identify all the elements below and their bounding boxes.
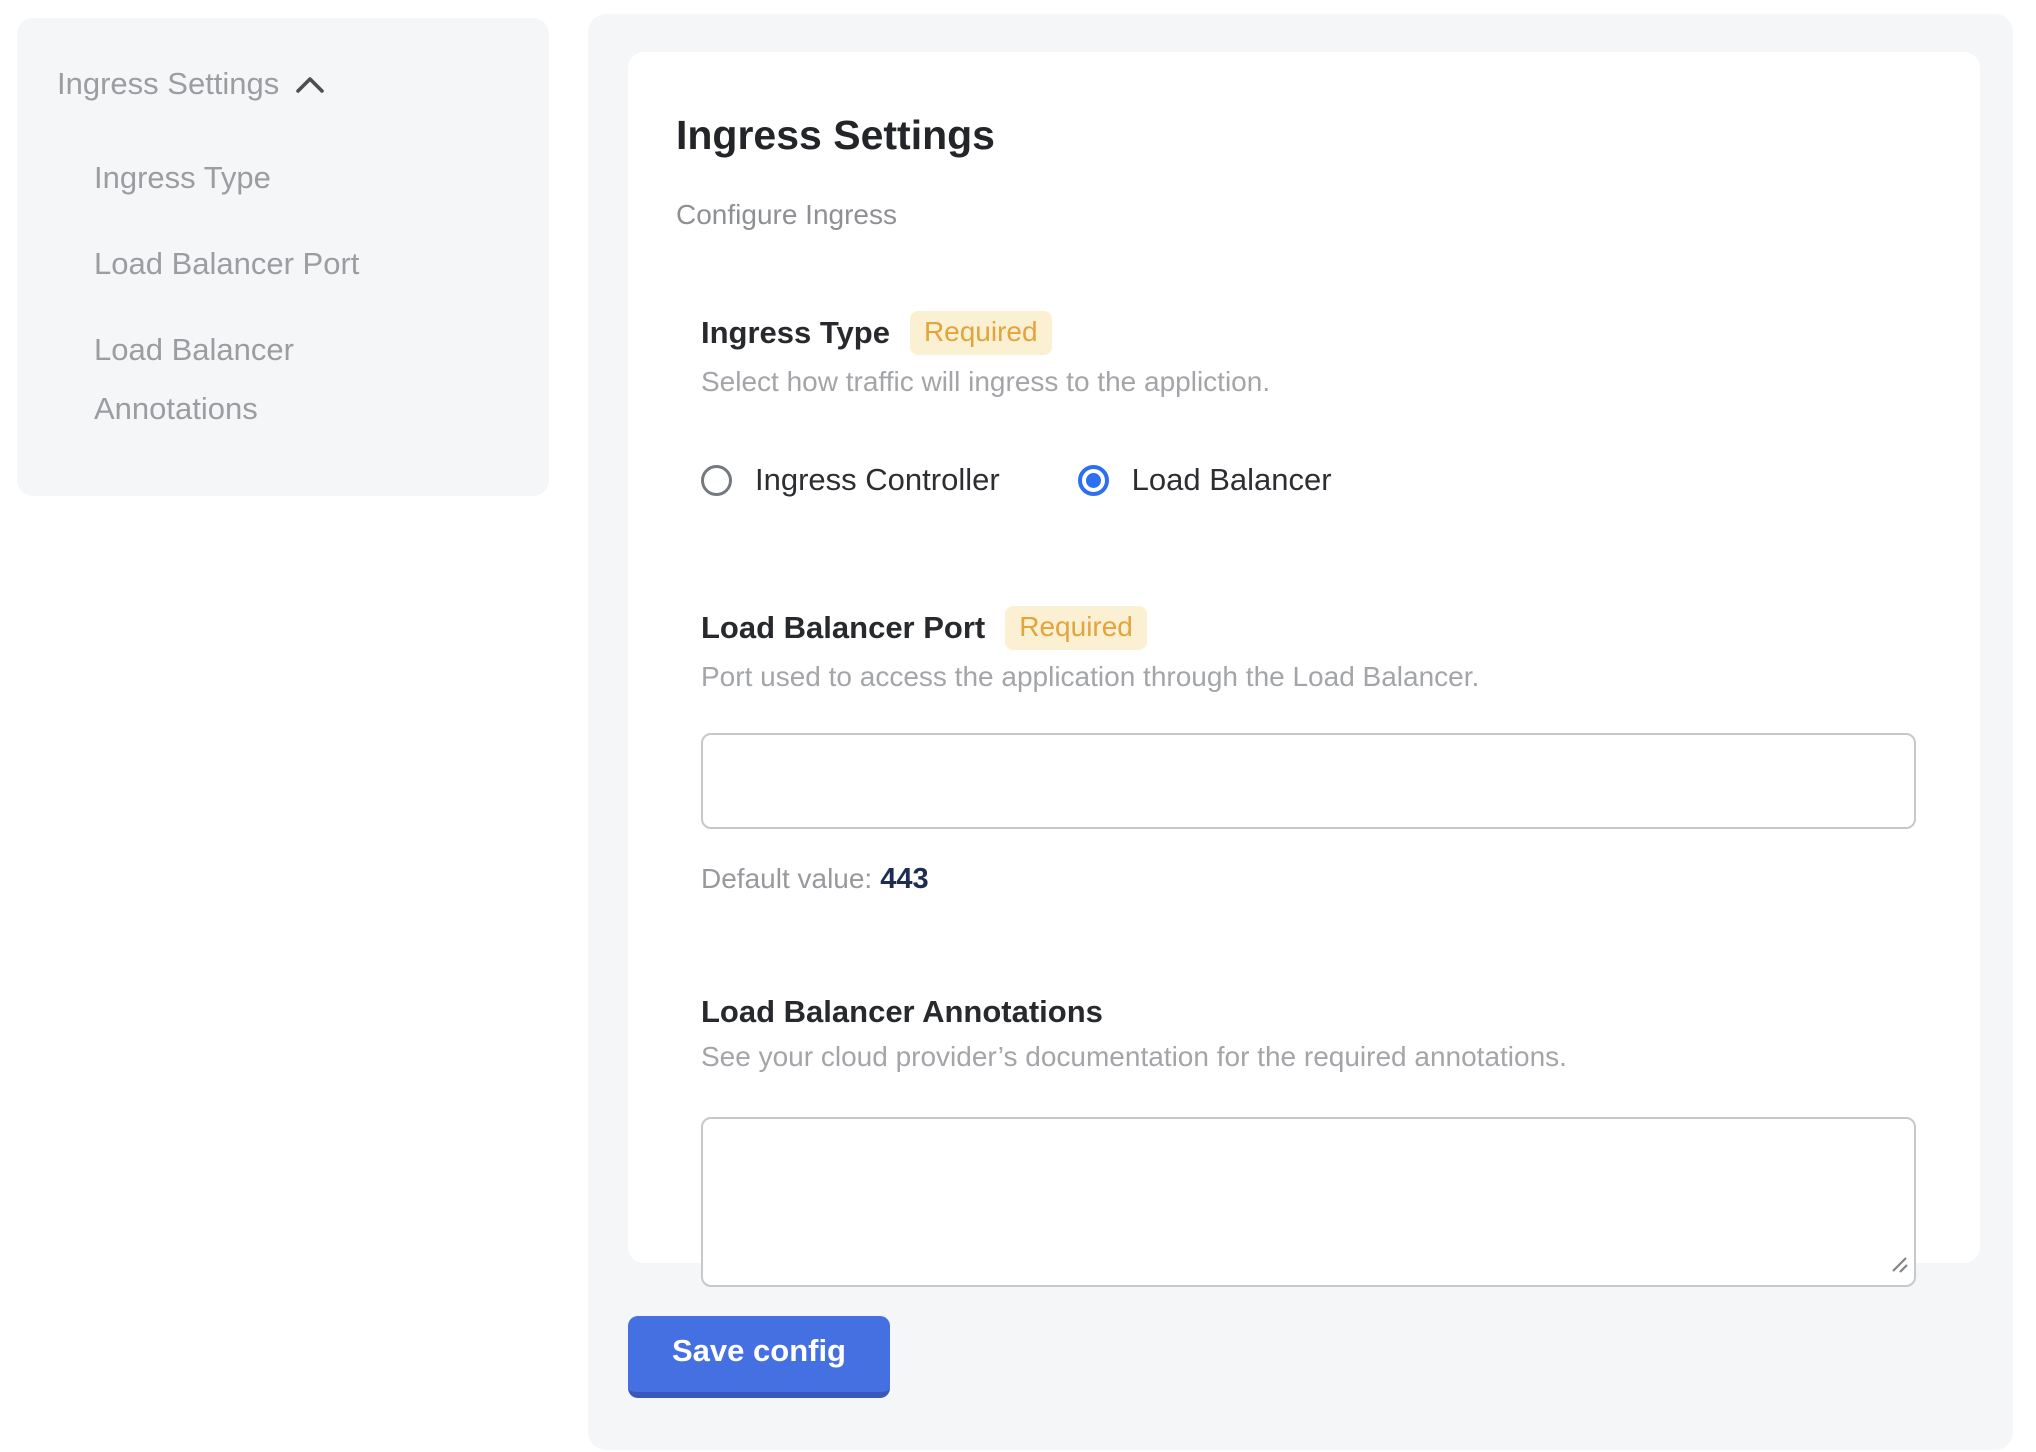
chevron-up-icon: [295, 66, 325, 102]
ingress-settings-card: Ingress Settings Configure Ingress Ingre…: [628, 52, 1980, 1263]
sidebar-item-list: Ingress Type Load Balancer Port Load Bal…: [57, 148, 519, 438]
load-balancer-annotations-description: See your cloud provider’s documentation …: [701, 1041, 1916, 1073]
sidebar-item-load-balancer-port[interactable]: Load Balancer Port: [94, 234, 424, 293]
required-badge: Required: [910, 311, 1052, 355]
radio-load-balancer[interactable]: Load Balancer: [1078, 462, 1332, 498]
default-value-line: Default value: 443: [701, 863, 1916, 896]
section-ingress-type: Ingress Type Required Select how traffic…: [701, 311, 1916, 498]
radio-label: Load Balancer: [1132, 462, 1332, 498]
save-config-button[interactable]: Save config: [628, 1316, 890, 1398]
ingress-type-radio-group: Ingress Controller Load Balancer: [701, 462, 1916, 498]
load-balancer-annotations-label: Load Balancer Annotations: [701, 994, 1103, 1030]
load-balancer-port-description: Port used to access the application thro…: [701, 661, 1916, 693]
main-panel: Ingress Settings Configure Ingress Ingre…: [588, 14, 2013, 1450]
ingress-type-description: Select how traffic will ingress to the a…: [701, 366, 1916, 398]
default-value-label: Default value:: [701, 863, 872, 894]
radio-label: Ingress Controller: [755, 462, 1000, 498]
required-badge: Required: [1005, 606, 1147, 650]
load-balancer-port-label: Load Balancer Port: [701, 610, 985, 646]
config-sidebar: Ingress Settings Ingress Type Load Balan…: [17, 18, 549, 496]
radio-ingress-controller[interactable]: Ingress Controller: [701, 462, 1000, 498]
load-balancer-port-input[interactable]: [701, 733, 1916, 829]
default-value: 443: [880, 863, 928, 895]
radio-icon: [1078, 465, 1109, 496]
sidebar-item-load-balancer-annotations[interactable]: Load Balancer Annotations: [94, 320, 424, 438]
sidebar-section-ingress-settings[interactable]: Ingress Settings: [57, 66, 519, 102]
section-load-balancer-port: Load Balancer Port Required Port used to…: [701, 606, 1916, 896]
page-title: Ingress Settings: [676, 112, 1916, 159]
section-load-balancer-annotations: Load Balancer Annotations See your cloud…: [701, 994, 1916, 1287]
sidebar-section-label: Ingress Settings: [57, 66, 279, 102]
sidebar-item-ingress-type[interactable]: Ingress Type: [94, 148, 424, 207]
load-balancer-annotations-textarea[interactable]: [701, 1117, 1916, 1287]
radio-icon: [701, 465, 732, 496]
resize-handle-icon[interactable]: [1890, 1254, 1910, 1279]
page-subtitle: Configure Ingress: [676, 199, 1916, 231]
ingress-type-label: Ingress Type: [701, 315, 890, 351]
